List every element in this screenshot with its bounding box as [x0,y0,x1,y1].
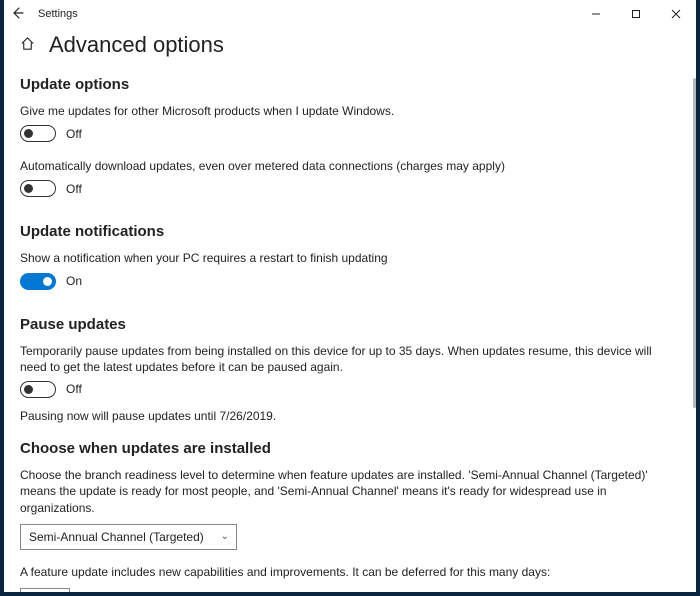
toggle-pause-updates-state: Off [66,382,82,396]
feature-defer-desc: A feature update includes new capabiliti… [20,564,660,580]
dropdown-channel-value: Semi-Annual Channel (Targeted) [29,530,214,544]
dropdown-feature-defer[interactable]: 0 ⌄ [20,588,70,592]
section-pause-updates-title: Pause updates [20,316,680,333]
arrow-left-icon [12,7,24,19]
minimize-button[interactable] [576,0,616,28]
close-icon [671,9,681,19]
settings-window: Settings Advanced options Update options… [4,0,696,592]
back-button[interactable] [4,7,32,22]
close-button[interactable] [656,0,696,28]
section-choose-when-title: Choose when updates are installed [20,440,680,457]
dropdown-channel[interactable]: Semi-Annual Channel (Targeted) ⌄ [20,524,237,550]
chevron-down-icon: ⌄ [214,531,236,542]
page-title: Advanced options [49,32,224,58]
pause-updates-desc: Temporarily pause updates from being ins… [20,343,660,375]
maximize-icon [631,9,641,19]
toggle-restart-notification-state: On [66,274,82,288]
toggle-metered-state: Off [66,182,82,196]
titlebar: Settings [4,0,696,28]
option-other-products-desc: Give me updates for other Microsoft prod… [20,103,660,119]
option-restart-notification-desc: Show a notification when your PC require… [20,250,660,266]
pause-updates-note: Pausing now will pause updates until 7/2… [20,408,660,424]
toggle-restart-notification[interactable] [20,273,56,290]
home-icon[interactable] [20,36,35,55]
maximize-button[interactable] [616,0,656,28]
section-update-options-title: Update options [20,76,680,93]
toggle-pause-updates[interactable] [20,381,56,398]
window-title: Settings [32,8,78,20]
page-content: Advanced options Update options Give me … [4,28,696,592]
choose-when-desc: Choose the branch readiness level to det… [20,467,660,516]
option-metered-desc: Automatically download updates, even ove… [20,158,660,174]
minimize-icon [591,9,601,19]
toggle-metered[interactable] [20,180,56,197]
scrollbar-thumb[interactable] [693,78,696,408]
toggle-other-products-state: Off [66,127,82,141]
toggle-other-products[interactable] [20,125,56,142]
section-update-notifications-title: Update notifications [20,223,680,240]
